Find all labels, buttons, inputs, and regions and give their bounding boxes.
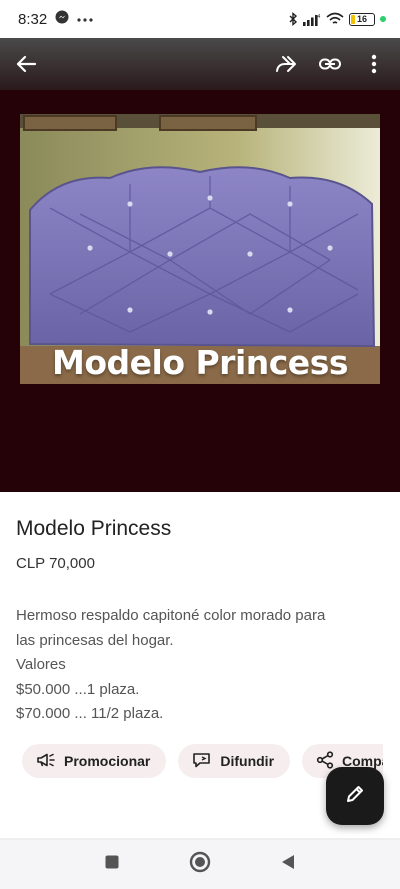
description-line: Valores (16, 656, 66, 673)
battery-level: 16 (356, 13, 367, 24)
megaphone-icon (36, 752, 56, 771)
edit-pencil-icon (344, 783, 366, 810)
description-line: $70.000 ... 11/2 plaza. (16, 705, 164, 722)
back-triangle-icon[interactable] (280, 853, 296, 876)
dot-indicator-icon (380, 16, 386, 22)
status-bar: 8:32 4 16 (0, 0, 400, 38)
home-circle-icon[interactable] (189, 851, 211, 878)
more-dots-icon (77, 10, 93, 28)
description-line: las princesas del hogar. (16, 631, 174, 649)
bluetooth-icon (288, 12, 298, 26)
broadcast-label: Difundir (220, 753, 275, 769)
product-description: Hermoso respaldo capitoné color morado p… (16, 604, 384, 727)
more-vertical-icon[interactable] (360, 50, 388, 78)
wifi-icon (326, 12, 344, 26)
product-photo[interactable]: Modelo Princess (20, 114, 380, 384)
svg-text:4: 4 (318, 14, 321, 20)
broadcast-button[interactable]: Difundir (178, 744, 291, 778)
action-chips-row: Promocionar Difundir Compart (0, 740, 383, 784)
back-arrow-icon[interactable] (12, 50, 40, 78)
edit-fab-button[interactable] (326, 767, 384, 825)
image-gallery[interactable]: Modelo Princess (0, 90, 400, 492)
app-bar (0, 38, 400, 90)
forward-icon[interactable] (272, 50, 300, 78)
promote-label: Promocionar (64, 753, 151, 769)
link-icon[interactable] (316, 50, 344, 78)
description-line: $50.000 ...1 plaza. (16, 680, 140, 698)
system-nav-bar (0, 840, 400, 889)
status-time: 8:32 (18, 10, 48, 28)
broadcast-chat-icon (192, 751, 212, 772)
messenger-icon (55, 10, 69, 29)
product-title: Modelo Princess (16, 517, 172, 540)
signal-icon: 4 (303, 13, 321, 26)
recents-square-icon[interactable] (104, 854, 120, 875)
listing-details: Modelo Princess CLP 70,000 Hermoso respa… (0, 492, 400, 727)
promote-button[interactable]: Promocionar (22, 744, 167, 778)
product-price: CLP 70,000 (16, 555, 95, 572)
battery-icon: 16 (349, 12, 375, 26)
photo-caption: Modelo Princess (52, 343, 348, 382)
description-line: Hermoso respaldo capitoné color morado p… (16, 607, 326, 624)
share-icon (316, 750, 334, 772)
